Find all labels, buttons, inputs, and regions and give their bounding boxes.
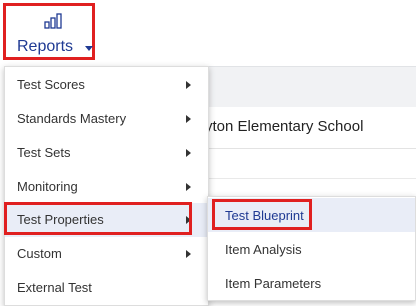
divider: [205, 178, 416, 179]
chevron-right-icon: [186, 115, 191, 123]
school-name: yton Elementary School: [205, 118, 364, 135]
menu-item-label: Monitoring: [17, 179, 78, 194]
menu-item-label: External Test: [17, 280, 92, 295]
reports-label: Reports: [17, 38, 74, 55]
submenu-item-label: Item Analysis: [225, 242, 302, 257]
reports-dropdown-menu: Test Scores Standards Mastery Test Sets …: [4, 66, 209, 306]
submenu-item-test-blueprint[interactable]: Test Blueprint: [208, 198, 415, 232]
submenu-item-item-analysis[interactable]: Item Analysis: [208, 232, 415, 266]
submenu-item-label: Test Blueprint: [225, 208, 304, 223]
submenu-item-label: Item Parameters: [225, 276, 322, 291]
menu-item-label: Test Scores: [17, 77, 85, 92]
menu-item-monitoring[interactable]: Monitoring: [5, 170, 208, 204]
chevron-right-icon: [186, 81, 191, 89]
chevron-right-icon: [186, 250, 191, 258]
menu-item-label: Test Sets: [17, 145, 71, 160]
menu-item-standards-mastery[interactable]: Standards Mastery: [5, 102, 208, 136]
menu-item-label: Test Properties: [17, 212, 104, 227]
menu-item-custom[interactable]: Custom: [5, 237, 208, 271]
menu-item-label: Custom: [17, 246, 62, 261]
menu-item-test-properties[interactable]: Test Properties: [5, 203, 208, 237]
divider: [205, 148, 416, 149]
page-header-bar: [205, 66, 416, 107]
menu-item-test-sets[interactable]: Test Sets: [5, 136, 208, 170]
menu-item-external-test[interactable]: External Test: [5, 271, 208, 305]
test-properties-submenu: Test Blueprint Item Analysis Item Parame…: [207, 196, 416, 301]
menu-item-label: Standards Mastery: [17, 111, 127, 126]
chevron-right-icon: [186, 183, 191, 191]
chevron-right-icon: [186, 216, 191, 224]
reports-menu-button[interactable]: Reports: [3, 3, 95, 60]
submenu-item-item-parameters[interactable]: Item Parameters: [208, 266, 415, 300]
chevron-right-icon: [186, 149, 191, 157]
caret-down-icon: [85, 46, 93, 51]
bar-chart-icon: [44, 13, 62, 29]
menu-item-test-scores[interactable]: Test Scores: [5, 68, 208, 102]
